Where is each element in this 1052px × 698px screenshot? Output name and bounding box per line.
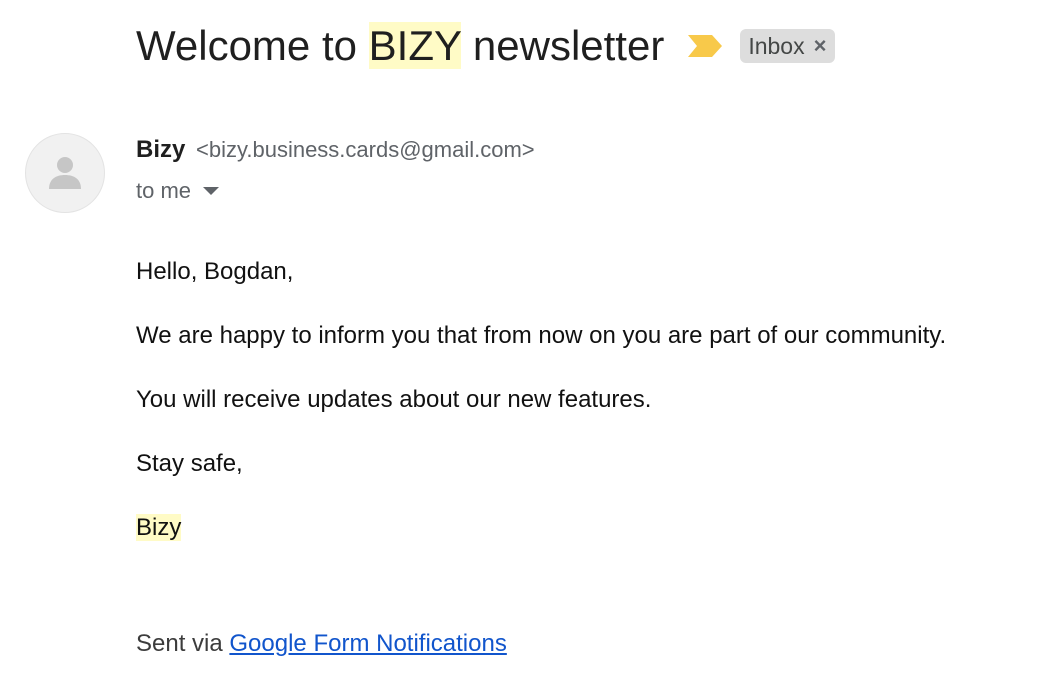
email-footer: Sent via Google Form Notifications (136, 630, 507, 658)
caret-down-icon[interactable] (203, 187, 220, 195)
subject-highlight: BIZY (368, 22, 462, 69)
label-chip-text: Inbox (748, 32, 805, 59)
recipient-line[interactable]: to me (136, 178, 220, 204)
body-paragraph-2: You will receive updates about our new f… (136, 386, 652, 413)
sender-avatar[interactable] (25, 133, 105, 213)
footer-prefix: Sent via (136, 630, 230, 657)
sender-email: <bizy.business.cards@gmail.com> (196, 137, 535, 162)
importance-marker-icon[interactable] (688, 35, 723, 57)
subject-prefix: Welcome to (136, 22, 369, 69)
label-chip-inbox: Inbox × (740, 29, 836, 63)
remove-label-icon[interactable]: × (814, 35, 827, 57)
sender-name[interactable]: Bizy (136, 136, 185, 163)
sender-line: Bizy <bizy.business.cards@gmail.com> (136, 136, 535, 164)
google-form-notifications-link[interactable]: Google Form Notifications (229, 630, 506, 657)
email-subject: Welcome to BIZY newsletter (136, 18, 664, 74)
body-greeting: Hello, Bogdan, (136, 258, 294, 285)
body-closing: Stay safe, (136, 450, 243, 477)
signature-text: Bizy (136, 514, 182, 541)
default-person-icon (49, 157, 81, 189)
body-signature: Bizy (136, 514, 182, 542)
subject-suffix: newsletter (461, 22, 665, 69)
subject-row: Welcome to BIZY newsletter Inbox × (136, 18, 836, 74)
body-paragraph-1: We are happy to inform you that from now… (136, 322, 947, 349)
recipient-text: to me (136, 178, 192, 203)
